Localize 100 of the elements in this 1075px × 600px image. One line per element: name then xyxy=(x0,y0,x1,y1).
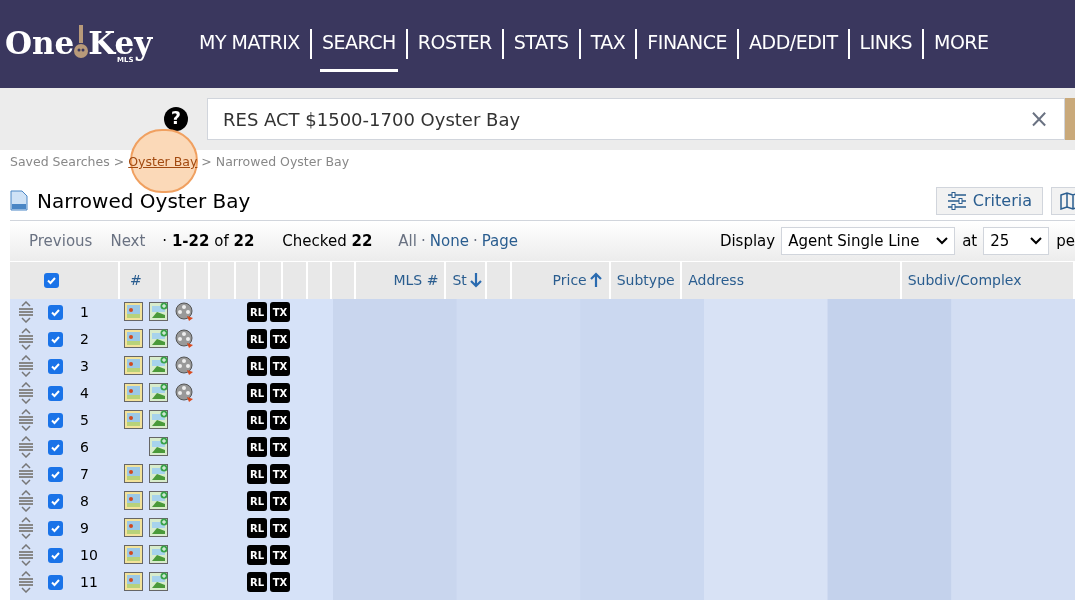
film-reel-icon[interactable] xyxy=(174,383,195,404)
reorder-handle-icon[interactable] xyxy=(17,409,35,432)
criteria-button[interactable]: Criteria xyxy=(935,186,1043,215)
display-label: Display xyxy=(719,230,776,252)
reorder-handle-icon[interactable] xyxy=(17,436,35,459)
photo-icon[interactable] xyxy=(123,329,143,349)
reorder-handle-icon[interactable] xyxy=(17,490,35,513)
nav-tab[interactable]: LINKS xyxy=(857,16,914,72)
row-number: 6 xyxy=(80,437,90,457)
help-icon[interactable]: ? xyxy=(164,107,188,131)
row-number: 5 xyxy=(80,410,90,430)
chevron-icon xyxy=(936,236,949,245)
film-reel-icon[interactable] xyxy=(174,356,195,377)
nav-tab[interactable]: MY MATRIX xyxy=(197,16,302,72)
column-header[interactable]: Subdiv/Complex xyxy=(907,269,1022,291)
photo-icon[interactable] xyxy=(123,518,143,538)
per-page-select[interactable]: 25 xyxy=(983,226,1050,255)
checkbox[interactable] xyxy=(48,412,63,428)
key-icon xyxy=(74,25,89,59)
photo-icon[interactable] xyxy=(123,356,143,376)
display-select[interactable]: Agent Single Line xyxy=(781,226,956,255)
tag-badge: TX xyxy=(270,491,290,512)
reorder-handle-icon[interactable] xyxy=(17,328,35,351)
photo-icon[interactable] xyxy=(123,545,143,565)
nav-tab[interactable]: ROSTER xyxy=(415,16,494,72)
tag-badge: TX xyxy=(270,572,290,593)
tag-badge: TX xyxy=(270,410,290,431)
photo-add-icon[interactable] xyxy=(149,572,168,592)
map-button[interactable] xyxy=(1051,186,1075,215)
breadcrumb-item: Narrowed Oyster Bay xyxy=(215,153,350,171)
column-header[interactable]: Price xyxy=(552,269,603,291)
column-header[interactable]: Address xyxy=(688,269,744,291)
nav-tab[interactable]: MORE xyxy=(932,16,991,72)
photo-add-icon[interactable] xyxy=(149,464,168,484)
checkbox[interactable] xyxy=(48,331,63,347)
photo-add-icon[interactable] xyxy=(149,545,168,565)
row-number: 7 xyxy=(80,464,90,484)
checkbox[interactable] xyxy=(48,358,63,374)
tag-badge: TX xyxy=(270,518,290,539)
column-header[interactable]: # xyxy=(130,269,142,291)
nav-tab[interactable]: ADD/EDIT xyxy=(747,16,840,72)
clear-button[interactable]: × xyxy=(1028,101,1049,137)
sort-down-icon xyxy=(468,272,483,289)
photo-add-icon[interactable] xyxy=(149,491,168,511)
reorder-handle-icon[interactable] xyxy=(17,301,35,324)
sliders-icon xyxy=(946,191,967,210)
checkbox[interactable] xyxy=(48,466,63,482)
photo-add-icon[interactable] xyxy=(149,383,168,403)
previous-link[interactable]: Previous xyxy=(29,229,93,252)
photo-icon[interactable] xyxy=(123,464,143,484)
film-reel-icon[interactable] xyxy=(174,302,195,323)
search-field[interactable]: RES ACT $1500-1700 Oyster Bay × xyxy=(207,98,1065,140)
row-number: 2 xyxy=(80,329,90,349)
checkbox[interactable] xyxy=(48,520,63,536)
reorder-handle-icon[interactable] xyxy=(17,571,35,594)
select-link[interactable]: None xyxy=(429,229,469,252)
checkbox[interactable] xyxy=(48,547,63,563)
nav-tab[interactable]: FINANCE xyxy=(645,16,730,72)
photo-icon[interactable] xyxy=(123,383,143,403)
click-highlight xyxy=(130,129,198,193)
reorder-handle-icon[interactable] xyxy=(17,355,35,378)
select-link[interactable]: Page xyxy=(481,229,518,252)
photo-icon[interactable] xyxy=(123,491,143,511)
checkbox[interactable] xyxy=(48,493,63,509)
tag-badge: TX xyxy=(270,383,290,404)
sort-up-icon xyxy=(588,272,603,289)
nav-tab[interactable]: SEARCH xyxy=(319,16,398,72)
next-link[interactable]: Next xyxy=(110,229,146,252)
breadcrumb-link[interactable]: Oyster Bay xyxy=(128,153,198,172)
photo-add-icon[interactable] xyxy=(149,437,168,457)
photo-add-icon[interactable] xyxy=(149,329,168,349)
checked-count: Checked 22 xyxy=(282,230,373,252)
reorder-handle-icon[interactable] xyxy=(17,382,35,405)
photo-icon[interactable] xyxy=(123,302,143,322)
film-reel-icon[interactable] xyxy=(174,329,195,350)
nav-tab[interactable]: TAX xyxy=(588,16,628,72)
reorder-handle-icon[interactable] xyxy=(17,517,35,540)
photo-add-icon[interactable] xyxy=(149,410,168,430)
column-header[interactable]: St xyxy=(452,269,483,291)
map-icon xyxy=(1060,191,1075,210)
checkbox[interactable] xyxy=(48,385,63,401)
reorder-handle-icon[interactable] xyxy=(17,544,35,567)
tag-badge: RL xyxy=(247,302,267,323)
photo-icon[interactable] xyxy=(123,572,143,592)
side-strip xyxy=(1065,98,1075,140)
photo-icon[interactable] xyxy=(123,410,143,430)
checkbox[interactable] xyxy=(48,439,63,455)
photo-add-icon[interactable] xyxy=(149,518,168,538)
tag-badge: RL xyxy=(247,329,267,350)
photo-add-icon[interactable] xyxy=(149,302,168,322)
checkbox[interactable] xyxy=(48,304,63,320)
tag-badge: RL xyxy=(247,437,267,458)
photo-add-icon[interactable] xyxy=(149,356,168,376)
tag-badge: TX xyxy=(270,329,290,350)
checkbox[interactable] xyxy=(48,574,63,590)
column-header[interactable]: Subtype xyxy=(616,269,675,291)
column-header[interactable]: MLS # xyxy=(393,269,439,291)
nav-tab[interactable]: STATS xyxy=(511,16,571,72)
reorder-handle-icon[interactable] xyxy=(17,463,35,486)
checkbox[interactable] xyxy=(44,272,60,288)
